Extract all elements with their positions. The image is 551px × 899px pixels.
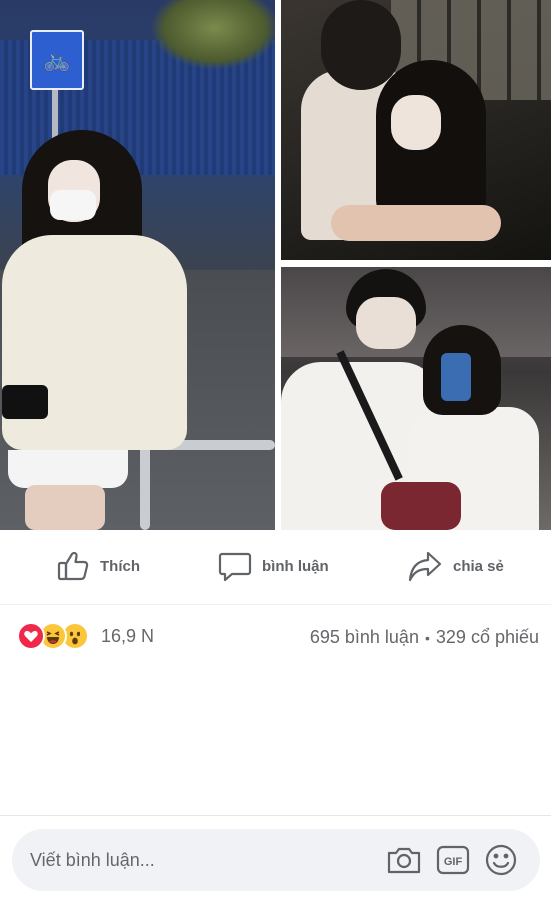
composer-divider — [0, 815, 551, 816]
post-photo-grid: 🚲 — [0, 0, 551, 530]
post-action-bar: Thích bình luận chia sẻ — [0, 540, 551, 592]
comment-button[interactable]: bình luận — [218, 540, 329, 592]
share-label: chia sẻ — [453, 557, 504, 575]
love-reaction-icon — [17, 622, 45, 650]
post-photo-1[interactable]: 🚲 — [0, 0, 275, 530]
share-arrow-icon — [407, 549, 443, 583]
post-photo-3[interactable] — [281, 267, 551, 530]
camera-icon[interactable] — [386, 844, 422, 881]
share-button[interactable]: chia sẻ — [407, 540, 504, 592]
like-button[interactable]: Thích — [56, 540, 140, 592]
speech-bubble-icon — [218, 549, 252, 583]
thumbs-up-icon — [56, 549, 90, 583]
comment-label: bình luận — [262, 557, 329, 575]
smiley-icon[interactable] — [484, 844, 518, 883]
post-photo-2[interactable] — [281, 0, 551, 260]
svg-text:GIF: GIF — [444, 856, 463, 868]
comment-composer: GIF — [12, 829, 540, 891]
stats-separator: • — [424, 629, 430, 646]
bicycle-sign: 🚲 — [30, 30, 84, 90]
like-label: Thích — [100, 557, 140, 575]
comment-input[interactable] — [30, 829, 370, 891]
reaction-count: 16,9 N — [101, 625, 155, 646]
reactions-summary[interactable]: 16,9 N — [17, 622, 154, 650]
post-stats: 695 bình luận • 329 cổ phiếu — [310, 627, 539, 648]
comments-count[interactable]: 695 bình luận — [310, 627, 419, 648]
gif-icon[interactable]: GIF — [436, 844, 470, 881]
divider — [0, 604, 551, 605]
shares-count[interactable]: 329 cổ phiếu — [436, 627, 539, 648]
